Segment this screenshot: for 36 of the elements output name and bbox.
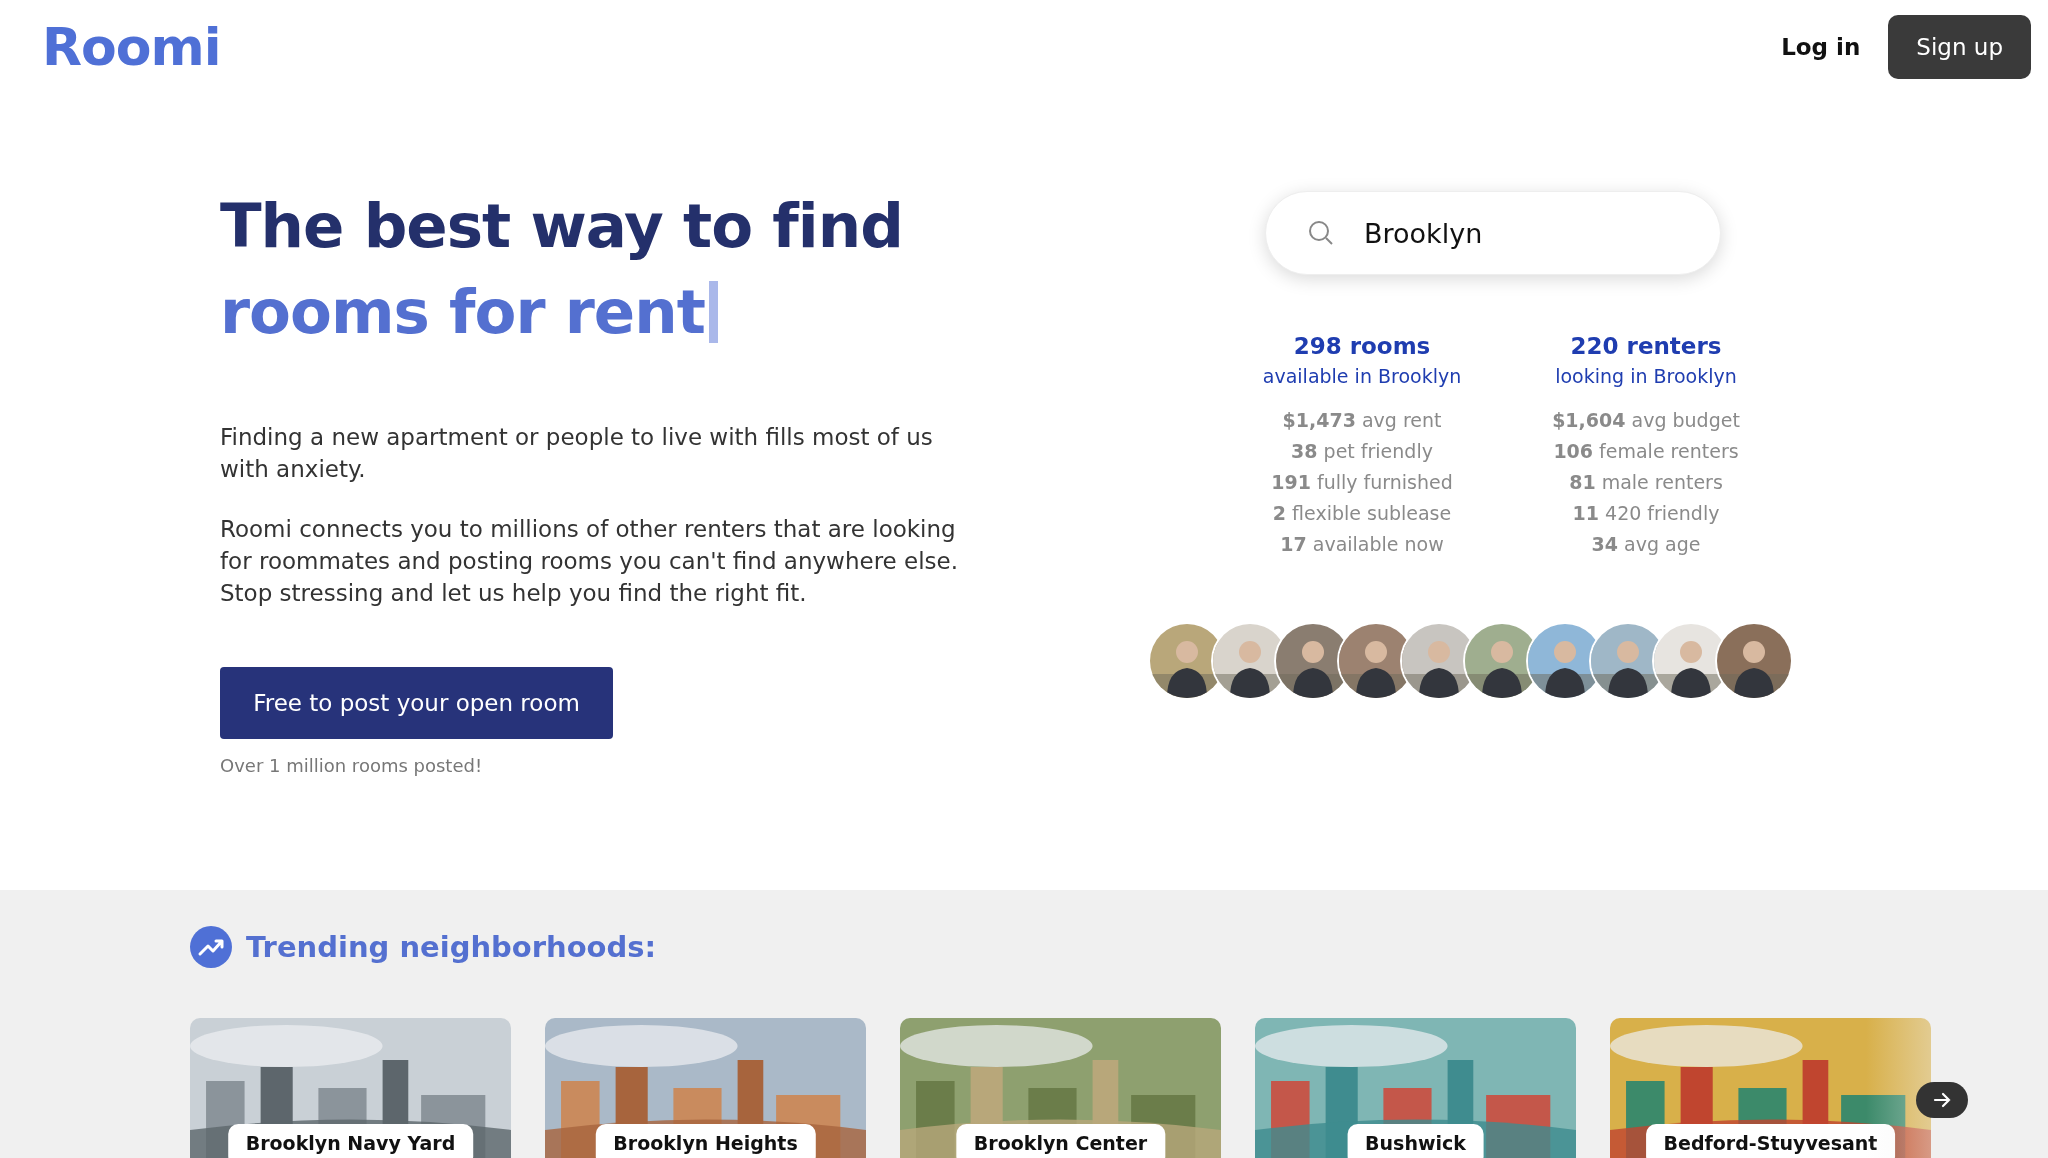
neighborhood-label[interactable]: Brooklyn Center: [955, 1124, 1166, 1158]
search-icon: [1308, 220, 1334, 247]
hero-paragraph: Roomi connects you to millions of other renters that are looking for roommates and posting rooms you can't find anywhere else. Stop stressing and let us help you find the right fit.: [220, 515, 960, 609]
stat-line: 81 male renters: [1569, 470, 1723, 496]
neighborhood-label[interactable]: Brooklyn Heights: [595, 1124, 816, 1158]
neighborhood-label[interactable]: Bushwick: [1347, 1124, 1484, 1158]
hero-title: rooms for rent: [220, 275, 705, 350]
neighborhood-label[interactable]: Bedford-Stuyvesant: [1645, 1124, 1896, 1158]
stat-line: $1,473 avg rent: [1282, 408, 1442, 434]
stat-subtitle: looking in Brooklyn: [1555, 364, 1737, 390]
stat-line: 34 avg age: [1591, 532, 1701, 558]
section-title: Trending neighborhoods:: [246, 930, 657, 964]
stat-line: 2 flexible sublease: [1272, 501, 1452, 527]
signup-button[interactable]: Sign up: [1888, 14, 2031, 79]
login-link[interactable]: Log in: [1781, 33, 1861, 60]
logo[interactable]: Roomi: [42, 16, 221, 77]
search-input[interactable]: Brooklyn: [1362, 216, 1662, 250]
stat-line: 38 pet friendly: [1291, 439, 1433, 465]
stat-subtitle: available in Brooklyn: [1262, 364, 1462, 390]
stat-line: 106 female renters: [1553, 439, 1739, 465]
stat-headline: 298 rooms: [1293, 332, 1431, 362]
stat-headline: 220 renters: [1570, 332, 1722, 362]
trending-up-icon: [190, 926, 232, 968]
stat-line: $1,604 avg budget: [1552, 408, 1740, 434]
stat-line: 17 available now: [1280, 532, 1444, 558]
text-cursor: [708, 281, 718, 344]
post-room-button[interactable]: Free to post your open room: [220, 667, 613, 740]
stat-line: 191 fully furnished: [1271, 470, 1453, 496]
hero-paragraph: Finding a new apartment or people to live with fills most of us with anxiety.: [220, 423, 934, 485]
arrow-right-icon: [1932, 1090, 1952, 1110]
hero-title: The best way to find: [220, 189, 903, 264]
neighborhood-label[interactable]: Brooklyn Navy Yard: [227, 1124, 474, 1158]
stat-line: 11 420 friendly: [1572, 501, 1720, 527]
next-button[interactable]: [1916, 1082, 1968, 1118]
search-field[interactable]: Brooklyn: [1265, 191, 1721, 276]
rooms-posted-note: Over 1 million rooms posted!: [220, 755, 483, 777]
